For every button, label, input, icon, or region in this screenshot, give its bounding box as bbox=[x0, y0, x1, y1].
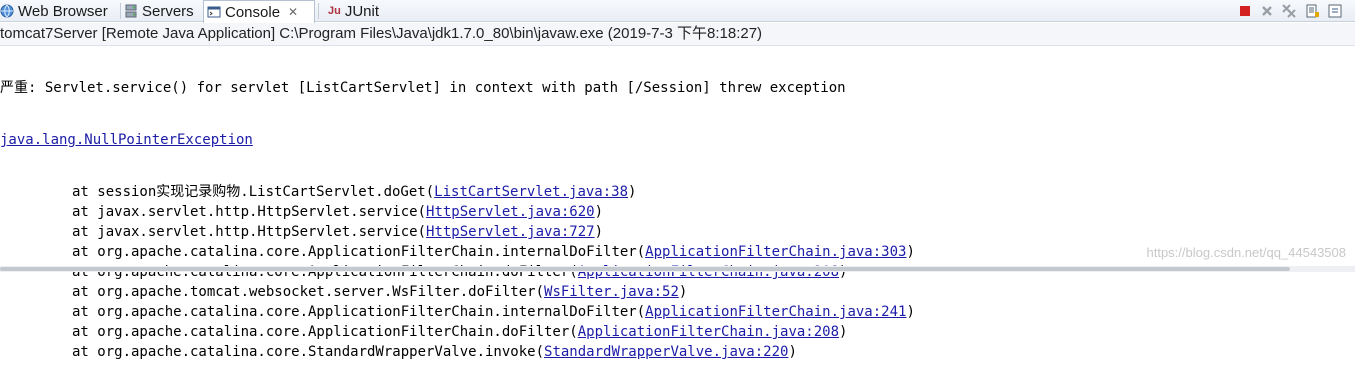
stack-frame-method: at org.apache.tomcat.websocket.server.Ws… bbox=[72, 284, 545, 300]
stack-frame: at javax.servlet.http.HttpServlet.servic… bbox=[0, 222, 1355, 242]
stack-frame: at org.apache.tomcat.websocket.server.Ws… bbox=[0, 282, 1355, 302]
console-output[interactable]: 严重: Servlet.service() for servlet [ListC… bbox=[0, 46, 1355, 360]
tab-servers[interactable]: Servers bbox=[124, 0, 202, 22]
tab-separator bbox=[318, 3, 319, 19]
globe-icon bbox=[0, 4, 14, 18]
tab-separator bbox=[120, 3, 121, 19]
view-tab-bar: Web Browser Servers Console ✕ Ju JUnit bbox=[0, 0, 1355, 23]
console-title: tomcat7Server [Remote Java Application] … bbox=[0, 23, 1355, 46]
source-link[interactable]: WsFilter.java:52 bbox=[544, 284, 679, 300]
stack-frame-method: at org.apache.catalina.core.ApplicationF… bbox=[72, 324, 578, 340]
console-toolbar bbox=[1232, 2, 1344, 20]
exception-link[interactable]: java.lang.NullPointerException bbox=[0, 132, 253, 148]
source-link[interactable]: ApplicationFilterChain.java:208 bbox=[578, 324, 839, 340]
servers-icon bbox=[124, 4, 138, 18]
tab-web-browser[interactable]: Web Browser bbox=[0, 0, 118, 22]
tab-console-label: Console bbox=[225, 3, 281, 21]
source-link[interactable]: HttpServlet.java:727 bbox=[426, 224, 595, 240]
stack-frame-suffix: ) bbox=[628, 184, 637, 200]
scroll-lock-icon[interactable] bbox=[1304, 2, 1322, 20]
stack-frame: at javax.servlet.http.HttpServlet.servic… bbox=[0, 202, 1355, 222]
source-link[interactable]: StandardWrapperValve.java:220 bbox=[544, 344, 788, 360]
stack-frame-suffix: ) bbox=[594, 204, 604, 220]
close-icon[interactable]: ✕ bbox=[288, 5, 298, 19]
stack-frame-method: at session实现记录购物.ListCartServlet.doGet( bbox=[72, 184, 435, 200]
horizontal-scrollbar[interactable] bbox=[0, 266, 1355, 272]
tab-web-browser-label: Web Browser bbox=[18, 2, 108, 20]
stack-frame-method: at javax.servlet.http.HttpServlet.servic… bbox=[72, 224, 427, 240]
stack-frame-suffix: ) bbox=[906, 244, 915, 260]
stack-frame-suffix: ) bbox=[594, 224, 604, 240]
stack-frame-suffix: ) bbox=[906, 304, 915, 320]
pin-console-icon[interactable] bbox=[1326, 2, 1344, 20]
tab-junit[interactable]: Ju JUnit bbox=[328, 0, 388, 22]
terminate-icon[interactable] bbox=[1236, 2, 1254, 20]
stack-frame: at org.apache.catalina.core.StandardWrap… bbox=[0, 342, 1355, 362]
stack-frame: at session实现记录购物.ListCartServlet.doGet(L… bbox=[0, 182, 1355, 202]
stack-frame-suffix: ) bbox=[839, 324, 848, 340]
source-link[interactable]: ListCartServlet.java:38 bbox=[434, 184, 628, 200]
stack-frame-method: at org.apache.catalina.core.StandardWrap… bbox=[72, 344, 545, 360]
stack-frame-suffix: ) bbox=[678, 284, 688, 300]
source-link[interactable]: ApplicationFilterChain.java:241 bbox=[645, 304, 906, 320]
console-icon bbox=[207, 5, 221, 19]
watermark: https://blog.csdn.net/qq_44543508 bbox=[1146, 245, 1347, 260]
stack-frame-method: at org.apache.catalina.core.ApplicationF… bbox=[72, 244, 646, 260]
source-link[interactable]: ApplicationFilterChain.java:303 bbox=[645, 244, 906, 260]
stack-frame: at org.apache.catalina.core.ApplicationF… bbox=[0, 322, 1355, 342]
tab-console[interactable]: Console ✕ bbox=[203, 0, 315, 23]
error-line: 严重: Servlet.service() for servlet [ListC… bbox=[0, 80, 846, 96]
tab-servers-label: Servers bbox=[142, 2, 194, 20]
source-link[interactable]: HttpServlet.java:620 bbox=[426, 204, 595, 220]
junit-icon: Ju bbox=[328, 5, 341, 17]
tab-junit-label: JUnit bbox=[344, 2, 380, 20]
stack-trace: at session实现记录购物.ListCartServlet.doGet(L… bbox=[0, 182, 1355, 362]
scrollbar-thumb[interactable] bbox=[0, 267, 1290, 271]
stack-frame-method: at javax.servlet.http.HttpServlet.servic… bbox=[72, 204, 427, 220]
stack-frame: at org.apache.catalina.core.ApplicationF… bbox=[0, 302, 1355, 322]
stack-frame-suffix: ) bbox=[788, 344, 797, 360]
remove-all-icon[interactable] bbox=[1280, 2, 1298, 20]
exception-link-line: java.lang.NullPointerException bbox=[0, 130, 1355, 150]
remove-launch-icon[interactable] bbox=[1258, 2, 1276, 20]
stack-frame: at org.apache.catalina.core.ApplicationF… bbox=[0, 262, 1355, 282]
stack-frame-method: at org.apache.catalina.core.ApplicationF… bbox=[72, 304, 646, 320]
